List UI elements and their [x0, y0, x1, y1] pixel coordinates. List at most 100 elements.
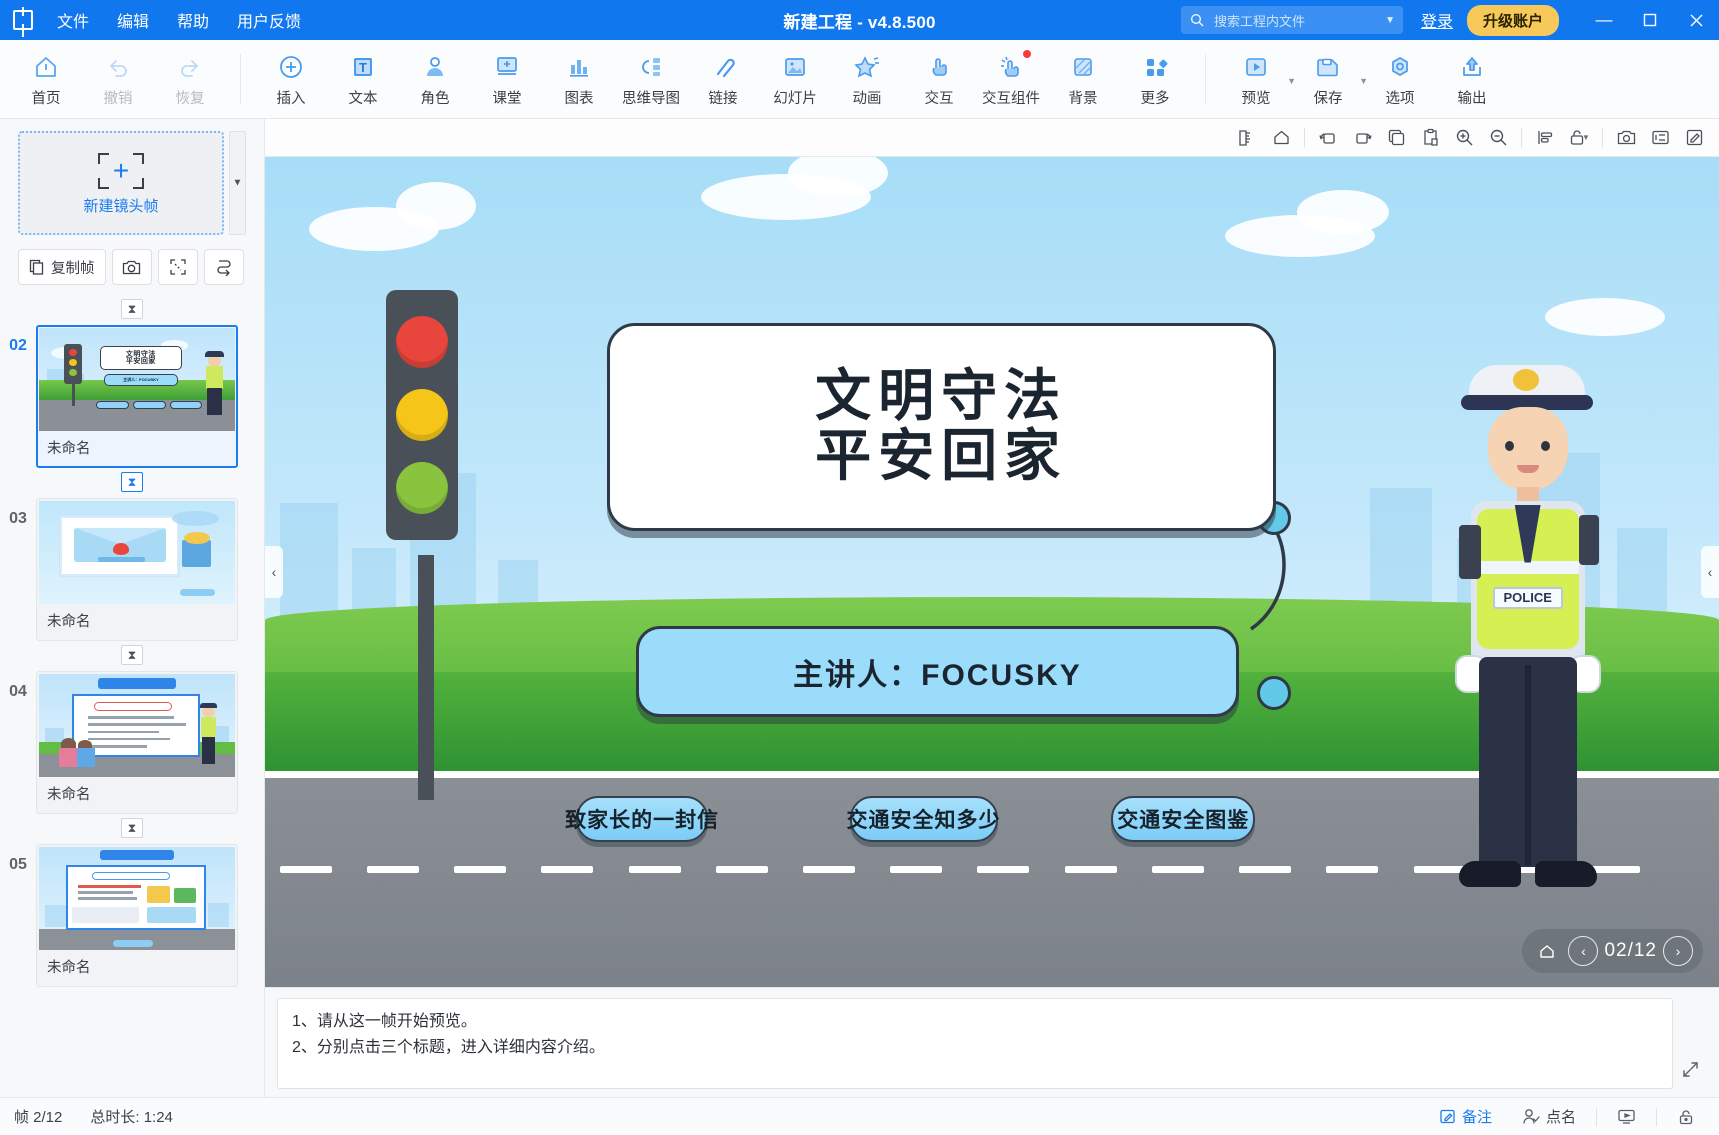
- toolbar-more[interactable]: 更多: [1119, 46, 1191, 108]
- frames-scrollbar[interactable]: ▼: [229, 131, 246, 235]
- rollcall-label: 点名: [1545, 1109, 1576, 1126]
- toolbar-insert[interactable]: 插入: [255, 46, 327, 108]
- lock-button[interactable]: ▼: [1562, 123, 1596, 153]
- paste-button[interactable]: [1413, 123, 1447, 153]
- notes-input[interactable]: 1、请从这一帧开始预览。 2、分别点击三个标题，进入详细内容介绍。: [277, 998, 1673, 1089]
- close-button[interactable]: [1673, 0, 1719, 40]
- slide-stage[interactable]: 文明守法 平安回家 主讲人：FOCUSKY 致家长的一封信 交通安全知多少 交通…: [265, 157, 1719, 987]
- copy-frame-button[interactable]: 复制帧: [18, 249, 106, 285]
- toolbar-interaction[interactable]: 交互: [903, 46, 975, 108]
- rotate-right-button[interactable]: [1345, 123, 1379, 153]
- officer-shoe-right: [1534, 860, 1597, 887]
- toolbar-text[interactable]: T 文本: [327, 46, 399, 108]
- toolbar-interactive-component[interactable]: 交互组件: [975, 46, 1047, 108]
- edit-button[interactable]: [1677, 123, 1711, 153]
- nav-prev-button[interactable]: ‹: [1568, 936, 1599, 966]
- menu-item-feedback[interactable]: 用户反馈: [226, 3, 312, 37]
- frame-card[interactable]: 未命名: [36, 671, 238, 814]
- minimize-button[interactable]: —: [1581, 0, 1627, 40]
- toolbar-classroom[interactable]: 课堂: [471, 46, 543, 108]
- slide-canvas[interactable]: 文明守法 平安回家 主讲人：FOCUSKY 致家长的一封信 交通安全知多少 交通…: [265, 157, 1719, 987]
- toolbar-home[interactable]: 首页: [10, 46, 82, 108]
- slide-subtitle-card[interactable]: 主讲人：FOCUSKY: [635, 625, 1240, 718]
- toolbar-options[interactable]: 选项: [1364, 46, 1436, 108]
- frame-list-item-03[interactable]: 03 未命名: [0, 498, 264, 641]
- frame-name[interactable]: 未命名: [39, 431, 235, 465]
- toolbar-redo[interactable]: 恢复: [154, 46, 226, 108]
- lock-toggle-button[interactable]: [1667, 1104, 1705, 1130]
- toolbar-export[interactable]: 输出: [1436, 46, 1508, 108]
- chevron-down-icon[interactable]: ▼: [1582, 133, 1590, 142]
- notes-toggle-button[interactable]: 备注: [1429, 1102, 1502, 1131]
- menu-item-help[interactable]: 帮助: [166, 3, 220, 37]
- frame-name[interactable]: 未命名: [39, 604, 235, 638]
- zoom-in-button[interactable]: [1447, 123, 1481, 153]
- transition-button[interactable]: ⧗: [121, 472, 143, 492]
- toolbar-link[interactable]: 链接: [687, 46, 759, 108]
- nav-pill-letter[interactable]: 致家长的一封信: [565, 795, 718, 842]
- frame-card[interactable]: 未命名: [36, 498, 238, 641]
- transition-button[interactable]: ⧗: [121, 299, 143, 319]
- transition-button[interactable]: ⧗: [121, 645, 143, 665]
- notes-expand-button[interactable]: [1673, 998, 1707, 1089]
- trouser-seam: [1524, 664, 1531, 865]
- toolbar-undo[interactable]: 撤销: [82, 46, 154, 108]
- toolbar-save[interactable]: ▼ 保存: [1292, 46, 1368, 108]
- stage-collapse-right-button[interactable]: ‹: [1701, 546, 1719, 598]
- reorder-path-button[interactable]: [203, 249, 244, 285]
- toolbar-slide[interactable]: 幻灯片: [759, 46, 831, 108]
- duplicate-button[interactable]: [1379, 123, 1413, 153]
- stage-collapse-left-button[interactable]: ‹: [265, 546, 283, 598]
- new-frame-button[interactable]: + 新建镜头帧: [18, 131, 224, 235]
- toolbar-background[interactable]: 背景: [1047, 46, 1119, 108]
- toolbar-divider-1: [240, 54, 241, 104]
- maximize-button[interactable]: [1627, 0, 1673, 40]
- toolbar-chart-label: 图表: [564, 91, 594, 107]
- toolbar-redo-label: 恢复: [175, 91, 205, 107]
- frame-list-item-05[interactable]: 05 未命名: [0, 844, 264, 987]
- frame-card[interactable]: 未命名: [36, 844, 238, 987]
- align-button[interactable]: [1528, 123, 1562, 153]
- fit-frame-button[interactable]: [157, 249, 198, 285]
- nav-pill-guide[interactable]: 交通安全图鉴: [1111, 795, 1256, 842]
- slide-title-card[interactable]: 文明守法 平安回家: [606, 323, 1276, 531]
- menu-item-edit[interactable]: 编辑: [106, 3, 160, 37]
- frame-list-item-04[interactable]: 04 未命名: [0, 671, 264, 814]
- plus-icon: +: [112, 154, 130, 186]
- close-icon: [1690, 14, 1702, 26]
- ruler-button[interactable]: [1230, 123, 1264, 153]
- toolbar-chart[interactable]: 图表: [543, 46, 615, 108]
- nav-home-button[interactable]: [1532, 936, 1562, 966]
- rollcall-button[interactable]: 点名: [1512, 1102, 1586, 1131]
- toolbar-mindmap[interactable]: 思维导图: [615, 46, 687, 108]
- page-navigator[interactable]: ‹ 02/12 ›: [1522, 929, 1703, 973]
- camera-button[interactable]: [111, 249, 152, 285]
- slide-subtitle-text: 主讲人：FOCUSKY: [793, 658, 1082, 692]
- transition-button[interactable]: ⧗: [121, 818, 143, 838]
- nav-next-button[interactable]: ›: [1663, 936, 1693, 966]
- rotate-left-button[interactable]: [1311, 123, 1345, 153]
- slide-frame-button[interactable]: [1643, 123, 1677, 153]
- upgrade-account-button[interactable]: 升级账户: [1466, 4, 1559, 36]
- home-view-button[interactable]: [1264, 123, 1298, 153]
- toolbar-background-label: 背景: [1068, 91, 1098, 107]
- frame-card[interactable]: 文明守法 平安回家 主讲人：FOCUSKY 未命名: [36, 325, 238, 468]
- frame-list-item-02[interactable]: 02 文明守法 平安回家 主讲人：FOCUSKY 未命名: [0, 325, 264, 468]
- login-link[interactable]: 登录: [1421, 8, 1453, 32]
- toolbar-character[interactable]: 角色: [399, 46, 471, 108]
- menu-item-file[interactable]: 文件: [46, 3, 100, 37]
- search-input[interactable]: 搜索工程内文件 ▼: [1180, 6, 1403, 34]
- presentation-mode-button[interactable]: [1607, 1104, 1646, 1129]
- frame-name[interactable]: 未命名: [39, 777, 235, 811]
- search-dropdown-icon[interactable]: ▼: [1385, 15, 1395, 26]
- toolbar-preview[interactable]: ▼ 预览: [1220, 46, 1296, 108]
- nav-pill-letter-label: 致家长的一封信: [565, 808, 720, 832]
- screenshot-button[interactable]: [1609, 123, 1643, 153]
- frames-list[interactable]: ⧗ 02 文明守法 平安回家 主讲人：FOCUSKY 未命名 ⧗ 03 未命名 …: [0, 295, 264, 1097]
- frame-name[interactable]: 未命名: [39, 950, 235, 984]
- interactive-component-icon: [998, 52, 1025, 82]
- zoom-out-button[interactable]: [1481, 123, 1515, 153]
- nav-pill-knowledge[interactable]: 交通安全知多少: [847, 795, 1000, 842]
- canvas-toolbar-divider-2: [1521, 127, 1522, 148]
- toolbar-animation[interactable]: 动画: [831, 46, 903, 108]
